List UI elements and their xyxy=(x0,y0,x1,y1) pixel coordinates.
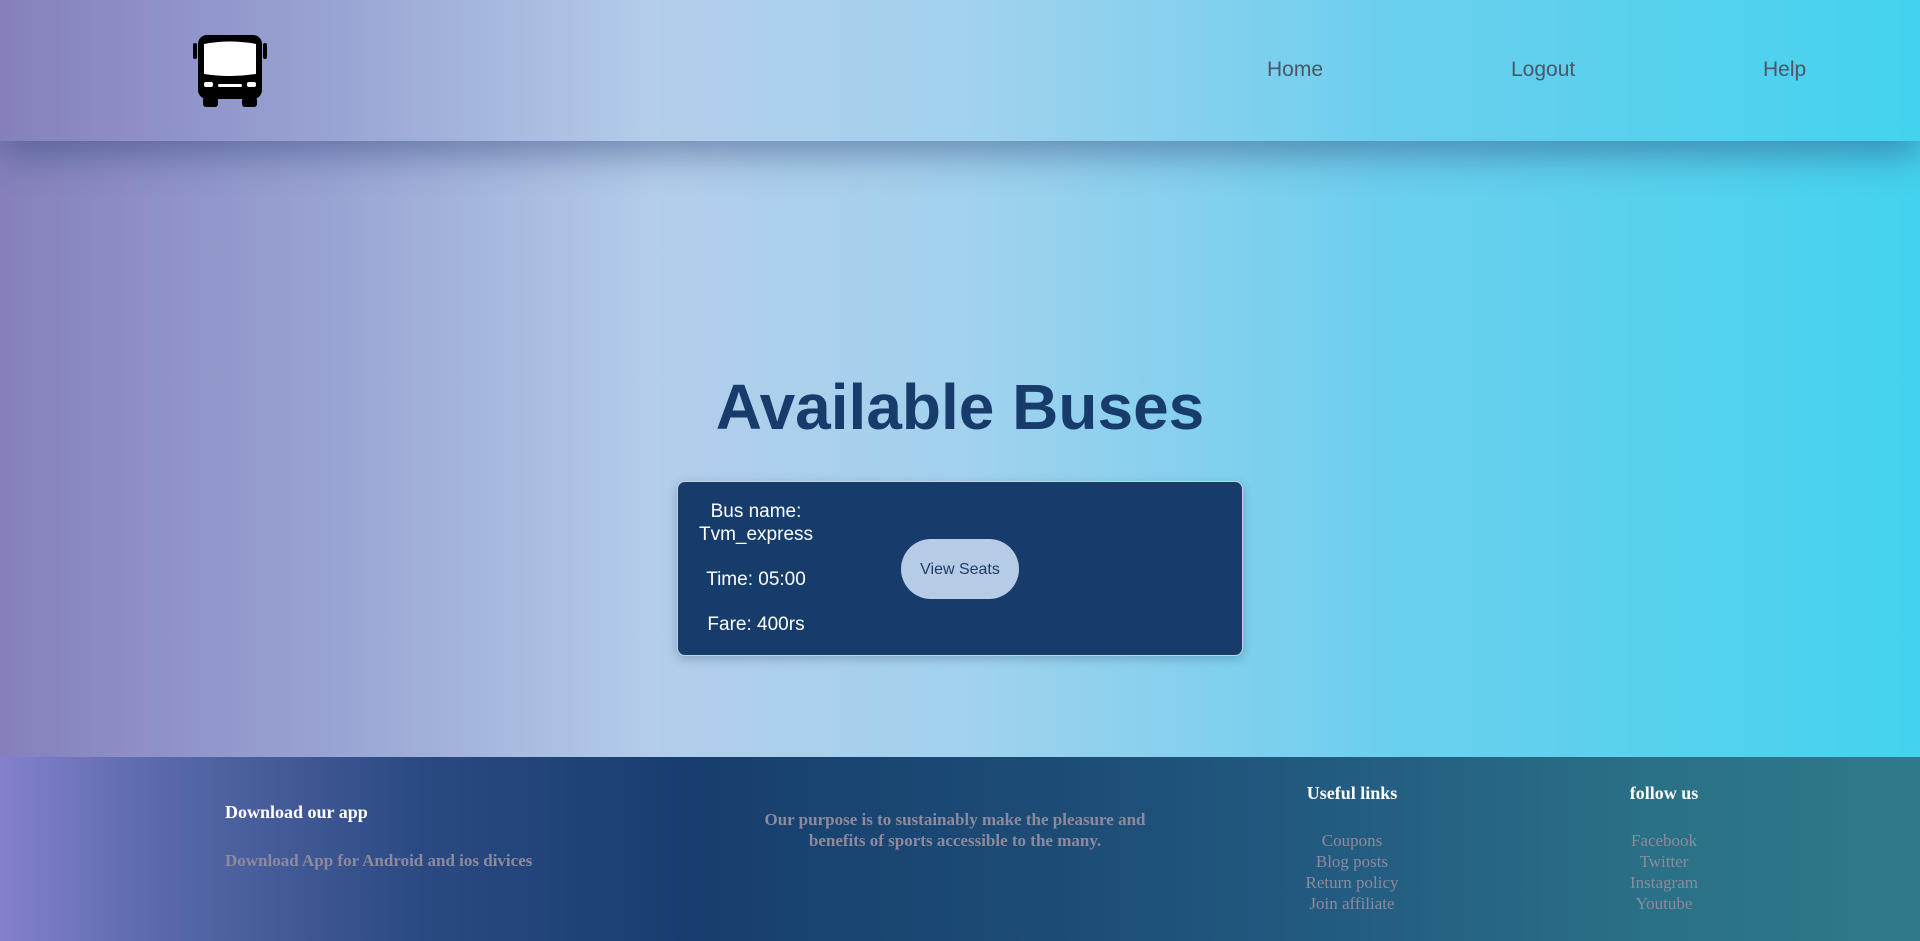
footer-link-join-affiliate[interactable]: Join affiliate xyxy=(1252,893,1452,914)
footer-useful-links: Useful links Coupons Blog posts Return p… xyxy=(1252,783,1452,914)
footer-link-youtube[interactable]: Youtube xyxy=(1564,893,1764,914)
bus-logo-graphic xyxy=(193,35,267,107)
footer-follow-us: follow us Facebook Twitter Instagram You… xyxy=(1564,783,1764,914)
footer-follow-heading: follow us xyxy=(1629,783,1699,803)
bus-name-value: Tvm_express xyxy=(698,524,814,545)
nav-home-link[interactable]: Home xyxy=(1267,58,1323,82)
page-title: Available Buses xyxy=(715,371,1205,443)
footer-useful-links-list: Coupons Blog posts Return policy Join af… xyxy=(1252,830,1452,914)
footer-link-blog-posts[interactable]: Blog posts xyxy=(1252,851,1452,872)
footer-follow-list: Facebook Twitter Instagram Youtube xyxy=(1564,830,1764,914)
bus-info: Bus name: Tvm_express Time: 05:00 Fare: … xyxy=(696,500,816,636)
view-seats-button[interactable]: View Seats xyxy=(901,539,1019,599)
footer-link-coupons[interactable]: Coupons xyxy=(1252,830,1452,851)
bus-fare: Fare: 400rs xyxy=(707,614,805,635)
site-header: Home Logout Help xyxy=(0,0,1920,141)
bus-card: Bus name: Tvm_express Time: 05:00 Fare: … xyxy=(677,481,1243,656)
nav-help-link[interactable]: Help xyxy=(1763,58,1806,82)
footer-link-return-policy[interactable]: Return policy xyxy=(1252,872,1452,893)
site-footer: Download our app Download App for Androi… xyxy=(0,757,1920,941)
footer-link-instagram[interactable]: Instagram xyxy=(1564,872,1764,893)
bus-time: Time: 05:00 xyxy=(706,569,806,590)
footer-link-facebook[interactable]: Facebook xyxy=(1564,830,1764,851)
footer-useful-links-heading: Useful links xyxy=(1306,783,1398,803)
nav-logout-link[interactable]: Logout xyxy=(1511,58,1575,82)
footer-app-heading: Download our app xyxy=(225,802,368,822)
footer-download-app: Download our app Download App for Androi… xyxy=(225,802,532,871)
footer-link-twitter[interactable]: Twitter xyxy=(1564,851,1764,872)
footer-app-text: Download App for Android and ios divices xyxy=(225,851,533,870)
footer-purpose-text: Our purpose is to sustainably make the p… xyxy=(764,810,1146,850)
bus-name-label: Bus name: xyxy=(710,501,802,522)
bus-icon[interactable] xyxy=(192,34,268,108)
